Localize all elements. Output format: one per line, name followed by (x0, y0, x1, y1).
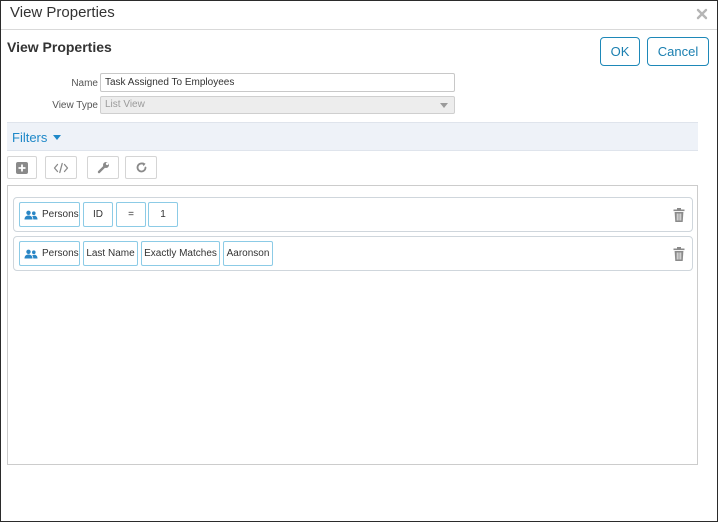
filter-row: Persons ID = 1 (13, 197, 693, 232)
filter-field-chip[interactable]: Last Name (83, 241, 138, 266)
filter-row: Persons Last Name Exactly Matches Aarons… (13, 236, 693, 271)
page-title: View Properties (7, 39, 112, 55)
name-label: Name (71, 78, 98, 89)
persons-icon (24, 249, 38, 258)
name-input[interactable]: Task Assigned To Employees (100, 73, 455, 92)
filter-value-chip[interactable]: 1 (148, 202, 178, 227)
add-icon (16, 161, 28, 174)
filter-list: Persons ID = 1 Persons Last Name Exactly… (7, 185, 698, 465)
view-type-value: List View (105, 99, 145, 110)
filter-entity-chip[interactable]: Persons (19, 202, 80, 227)
refresh-button[interactable] (125, 156, 157, 179)
filter-value-chip[interactable]: Aaronson (223, 241, 273, 266)
window-title: View Properties (10, 4, 115, 21)
wrench-icon (97, 162, 109, 174)
window-titlebar: View Properties (1, 1, 717, 30)
add-filter-button[interactable] (7, 156, 37, 179)
view-type-label: View Type (52, 100, 98, 111)
view-properties-dialog: View Properties View Properties OK Cance… (0, 0, 718, 522)
filter-operator-chip[interactable]: = (116, 202, 146, 227)
filter-entity-label: Persons (42, 209, 79, 220)
close-icon[interactable] (696, 8, 708, 20)
trash-icon[interactable] (673, 208, 685, 222)
chevron-down-icon (440, 103, 448, 108)
refresh-icon (136, 162, 146, 173)
filter-field-chip[interactable]: ID (83, 202, 113, 227)
caret-down-icon[interactable] (53, 135, 61, 140)
filter-entity-label: Persons (42, 248, 79, 259)
persons-icon (24, 210, 38, 219)
cancel-button[interactable]: Cancel (647, 37, 709, 66)
filters-toggle[interactable]: Filters (12, 130, 47, 145)
ok-button[interactable]: OK (600, 37, 640, 66)
code-icon (53, 162, 69, 173)
view-type-select[interactable]: List View (100, 96, 455, 114)
settings-button[interactable] (87, 156, 119, 179)
code-view-button[interactable] (45, 156, 77, 179)
trash-icon[interactable] (673, 247, 685, 261)
filters-header: Filters (7, 122, 698, 151)
filter-entity-chip[interactable]: Persons (19, 241, 80, 266)
filter-operator-chip[interactable]: Exactly Matches (141, 241, 220, 266)
